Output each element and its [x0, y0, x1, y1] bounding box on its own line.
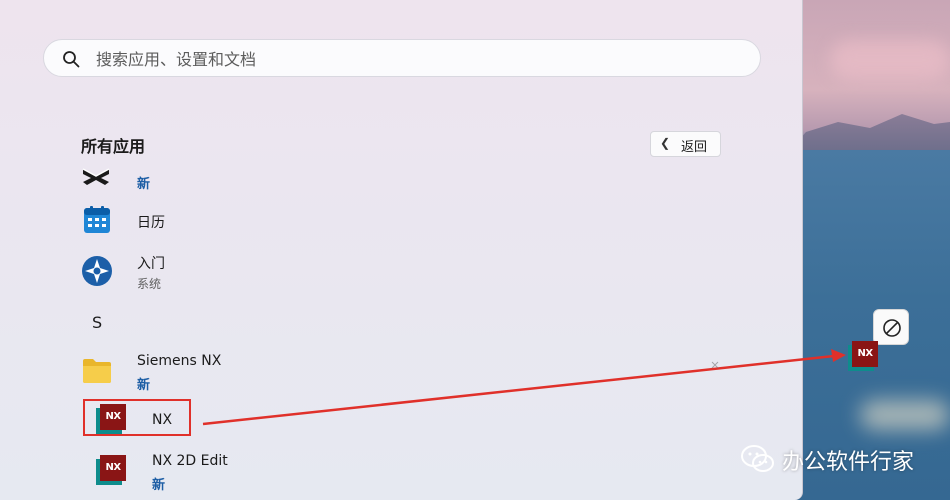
app-name: Siemens NX — [137, 353, 222, 369]
app-subtitle: 系统 — [137, 277, 162, 291]
chevron-left-icon: ❮ — [660, 136, 671, 150]
wallpaper-cloud — [830, 40, 950, 80]
search-box[interactable] — [43, 39, 761, 77]
back-button-label: 返回 — [681, 139, 708, 154]
app-name: 入门 — [137, 256, 165, 272]
app-list-item-calendar[interactable]: 日历 — [78, 204, 638, 238]
app-list-item-siemens-nx[interactable]: Siemens NX 新 — [78, 352, 638, 393]
app-name: NX 2D Edit — [152, 453, 228, 469]
search-icon — [63, 51, 80, 68]
app-group-letter[interactable]: S — [92, 313, 102, 332]
annotation-highlight-box — [83, 399, 191, 436]
nx-icon-face: NX — [100, 455, 126, 481]
app-list-item[interactable]: 新 — [78, 165, 638, 195]
app-badge-new: 新 — [137, 177, 151, 192]
app-badge-new: 新 — [137, 378, 151, 393]
back-button[interactable]: ❮ 返回 — [650, 131, 721, 157]
calendar-icon — [84, 206, 110, 233]
nx-icon-drag-ghost: NX — [848, 341, 878, 371]
watermark-text: 办公软件行家 — [782, 450, 915, 475]
app-name: 日历 — [137, 215, 165, 231]
app-list-item-get-started[interactable]: 入门 系统 — [78, 252, 638, 292]
wallpaper-cloud — [860, 400, 950, 430]
drag-blocked-badge — [873, 309, 909, 345]
get-started-icon — [82, 256, 112, 286]
wechat-icon — [741, 445, 774, 472]
folder-icon — [83, 359, 111, 383]
nx-icon: NX — [96, 455, 126, 485]
search-input[interactable] — [96, 47, 736, 71]
app-list-item-nx-2d-edit[interactable]: NX NX 2D Edit 新 — [78, 450, 638, 493]
capcut-logo-icon — [82, 168, 110, 185]
all-apps-heading: 所有应用 — [81, 137, 146, 156]
app-badge-new: 新 — [152, 478, 166, 493]
no-entry-icon — [883, 319, 901, 337]
nx-icon-face: NX — [852, 341, 878, 367]
